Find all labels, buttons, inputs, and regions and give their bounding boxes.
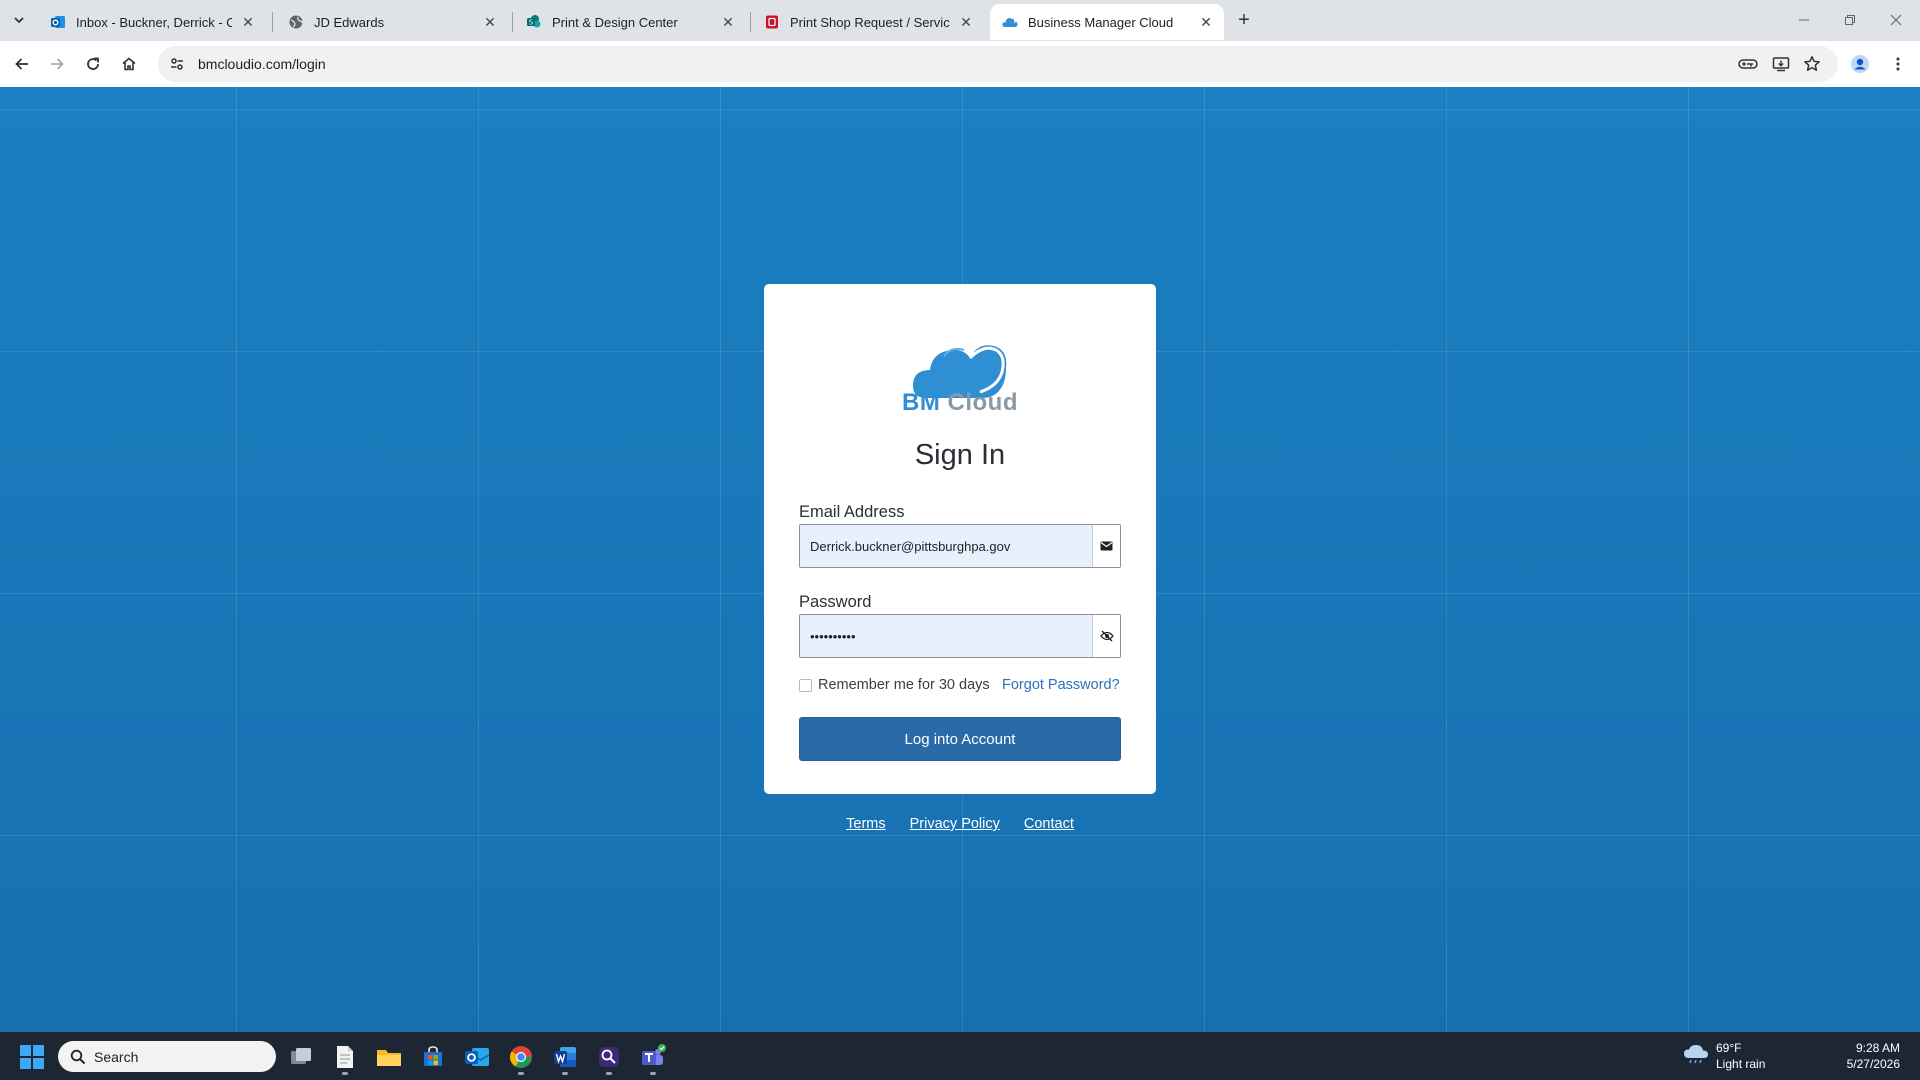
home-icon[interactable] (114, 49, 144, 79)
windows-start-icon[interactable] (20, 1045, 44, 1069)
file-explorer-icon[interactable] (374, 1042, 404, 1072)
tab-title: JD Edwards (314, 14, 385, 30)
task-view-icon[interactable] (286, 1042, 316, 1072)
rain-cloud-icon (1682, 1042, 1710, 1071)
eye-slash-icon[interactable] (1092, 615, 1120, 657)
password-key-icon[interactable] (1733, 49, 1763, 79)
bm-cloud-icon (1002, 14, 1018, 30)
restore-icon[interactable] (1830, 6, 1870, 34)
footer-links: Terms Privacy Policy Contact (0, 816, 1920, 832)
weather-temperature: 69°F (1716, 1041, 1742, 1055)
clock-date: 5/27/2026 (1846, 1057, 1900, 1071)
remember-me-label[interactable]: Remember me for 30 days (818, 677, 990, 693)
close-icon[interactable]: ✕ (240, 14, 256, 30)
taskbar-search[interactable]: Search (58, 1041, 276, 1072)
tab-jd-edwards[interactable]: JD Edwards ✕ (276, 4, 508, 40)
contact-link[interactable]: Contact (1024, 816, 1074, 832)
browser-tab-strip: Inbox - Buckner, Derrick - Outlook ✕ JD … (0, 0, 1920, 41)
site-settings-icon[interactable] (166, 53, 188, 75)
page-title: Sign In (914, 439, 1006, 471)
tab-divider (272, 12, 273, 32)
new-tab-button[interactable]: + (1230, 8, 1258, 32)
weather-widget[interactable]: 69°F Light rain (1682, 1040, 1765, 1072)
bookmark-star-icon[interactable] (1797, 49, 1827, 79)
login-card: BM Cloud Sign In Email Address Derrick.b… (764, 284, 1156, 794)
forgot-password-link[interactable]: Forgot Password? (1002, 677, 1120, 693)
tab-title: Business Manager Cloud (1028, 14, 1174, 30)
remember-me-checkbox[interactable] (799, 678, 812, 692)
close-icon[interactable]: ✕ (482, 14, 498, 30)
back-arrow-icon[interactable] (7, 49, 37, 79)
running-indicator (518, 1072, 524, 1075)
password-input[interactable]: •••••••••• (800, 615, 1092, 657)
form-icon (764, 14, 780, 30)
system-clock[interactable]: 9:28 AM 5/27/2026 (1847, 1040, 1900, 1072)
search-icon (70, 1049, 86, 1065)
tab-outlook-inbox[interactable]: Inbox - Buckner, Derrick - Outlook ✕ (38, 4, 266, 40)
install-app-icon[interactable] (1766, 49, 1796, 79)
outlook-icon (50, 14, 66, 30)
brand-bm: BM (902, 389, 941, 416)
notepad-icon[interactable] (330, 1042, 360, 1075)
snipping-tool-icon[interactable] (594, 1042, 624, 1075)
reload-icon[interactable] (78, 49, 108, 79)
windows-taskbar: Search 69°F Light rain 9:28 AM 5/27/2026 (0, 1032, 1920, 1080)
tab-title: Print Shop Request / Service Catalog (790, 14, 950, 30)
email-field[interactable]: Derrick.buckner@pittsburghpa.gov (799, 524, 1121, 568)
weather-condition: Light rain (1716, 1057, 1766, 1071)
outlook-app-icon[interactable] (462, 1042, 492, 1072)
close-icon[interactable]: ✕ (958, 14, 974, 30)
remember-me-row[interactable]: Remember me for 30 days (799, 677, 990, 693)
minimize-icon[interactable] (1784, 6, 1824, 34)
tab-title: Inbox - Buckner, Derrick - Outlook (76, 14, 232, 30)
tab-search-chevron-icon[interactable] (6, 9, 32, 31)
email-input[interactable]: Derrick.buckner@pittsburghpa.gov (800, 525, 1092, 567)
clock-time: 9:28 AM (1855, 1041, 1900, 1055)
profile-avatar-icon[interactable] (1845, 49, 1875, 79)
tab-print-design-center[interactable]: S Print & Design Center ✕ (514, 4, 746, 40)
tab-divider (512, 12, 513, 32)
url-text[interactable]: bmcloudio.com/login (198, 56, 326, 72)
envelope-icon (1092, 525, 1120, 567)
tab-print-shop-request[interactable]: Print Shop Request / Service Catalog ✕ (752, 4, 984, 40)
svg-text:S: S (529, 19, 534, 27)
login-page-background: BM Cloud Sign In Email Address Derrick.b… (0, 87, 1920, 1032)
password-label: Password (799, 593, 872, 611)
running-indicator (606, 1072, 612, 1075)
close-icon[interactable]: ✕ (1198, 14, 1214, 30)
tab-title: Print & Design Center (552, 14, 678, 30)
brand-cloud: Cloud (947, 389, 1018, 416)
sharepoint-icon: S (526, 14, 542, 30)
running-indicator (562, 1072, 568, 1075)
privacy-policy-link[interactable]: Privacy Policy (910, 816, 1000, 832)
globe-icon (288, 14, 304, 30)
terms-link[interactable]: Terms (846, 816, 885, 832)
log-into-account-button[interactable]: Log into Account (799, 717, 1121, 761)
close-icon[interactable]: ✕ (720, 14, 736, 30)
search-placeholder: Search (94, 1048, 139, 1065)
tab-divider (750, 12, 751, 32)
brand-wordmark: BM Cloud (764, 389, 1156, 417)
teams-icon[interactable] (638, 1042, 668, 1075)
tab-business-manager-cloud[interactable]: Business Manager Cloud ✕ (990, 4, 1224, 40)
running-indicator (342, 1072, 348, 1075)
forward-arrow-icon[interactable] (42, 49, 72, 79)
email-label: Email Address (799, 503, 905, 521)
microsoft-store-icon[interactable] (418, 1042, 448, 1072)
password-field[interactable]: •••••••••• (799, 614, 1121, 658)
word-icon[interactable] (550, 1042, 580, 1075)
running-indicator (650, 1072, 656, 1075)
browser-toolbar: bmcloudio.com/login (0, 41, 1920, 87)
close-window-icon[interactable] (1876, 6, 1916, 34)
address-bar[interactable]: bmcloudio.com/login (158, 46, 1838, 82)
browser-menu-icon[interactable] (1883, 49, 1913, 79)
chrome-icon[interactable] (506, 1042, 536, 1075)
